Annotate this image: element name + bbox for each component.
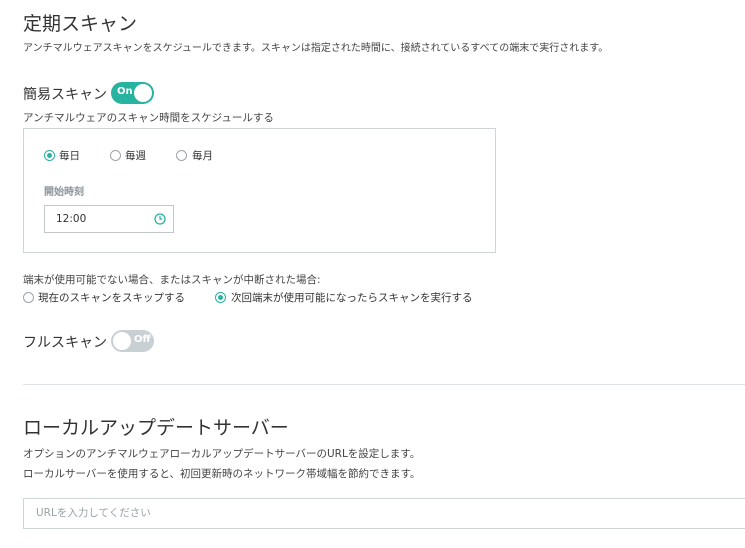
full-scan-toggle[interactable]: Off bbox=[111, 330, 154, 352]
schedule-label: アンチマルウェアのスキャン時間をスケジュールする bbox=[23, 112, 274, 124]
radio-monthly[interactable] bbox=[176, 150, 187, 161]
radio-skip-scan[interactable] bbox=[23, 292, 34, 303]
radio-weekly[interactable] bbox=[110, 150, 121, 161]
unavailable-label: 端末が使用可能でない場合、またはスキャンが中断された場合: bbox=[23, 274, 321, 286]
radio-daily-label: 毎日 bbox=[59, 150, 80, 162]
radio-daily[interactable] bbox=[44, 150, 55, 161]
schedule-panel: 毎日 毎週 毎月 開始時刻 12:00 bbox=[23, 128, 496, 253]
full-scan-label: フルスキャン bbox=[23, 335, 107, 351]
section-divider bbox=[23, 384, 745, 385]
url-input[interactable] bbox=[36, 507, 636, 519]
scheduled-scan-title: 定期スキャン bbox=[23, 13, 138, 35]
radio-monthly-label: 毎月 bbox=[192, 150, 213, 162]
toggle-knob bbox=[134, 84, 152, 102]
scheduled-scan-description: アンチマルウェアスキャンをスケジュールできます。スキャンは指定された時間に、接続… bbox=[23, 43, 609, 54]
local-update-server-title: ローカルアップデートサーバー bbox=[23, 417, 289, 439]
start-time-value: 12:00 bbox=[56, 213, 87, 225]
quick-scan-toggle[interactable]: On bbox=[111, 82, 154, 104]
clock-icon[interactable] bbox=[154, 213, 166, 225]
radio-skip-scan-label: 現在のスキャンをスキップする bbox=[38, 292, 185, 304]
radio-weekly-label: 毎週 bbox=[125, 150, 146, 162]
quick-scan-label: 簡易スキャン bbox=[23, 87, 107, 103]
full-scan-toggle-label: Off bbox=[134, 334, 151, 345]
radio-run-next[interactable] bbox=[215, 292, 226, 303]
start-time-input[interactable]: 12:00 bbox=[44, 205, 174, 233]
start-time-label: 開始時刻 bbox=[44, 187, 84, 198]
local-update-server-description-2: ローカルサーバーを使用すると、初回更新時のネットワーク帯域幅を節約できます。 bbox=[23, 468, 421, 480]
toggle-knob bbox=[113, 332, 131, 350]
local-update-server-description-1: オプションのアンチマルウェアローカルアップデートサーバーのURLを設定します。 bbox=[23, 448, 421, 460]
radio-run-next-label: 次回端末が使用可能になったらスキャンを実行する bbox=[231, 292, 473, 304]
quick-scan-toggle-label: On bbox=[117, 86, 133, 97]
url-field[interactable] bbox=[23, 498, 745, 529]
